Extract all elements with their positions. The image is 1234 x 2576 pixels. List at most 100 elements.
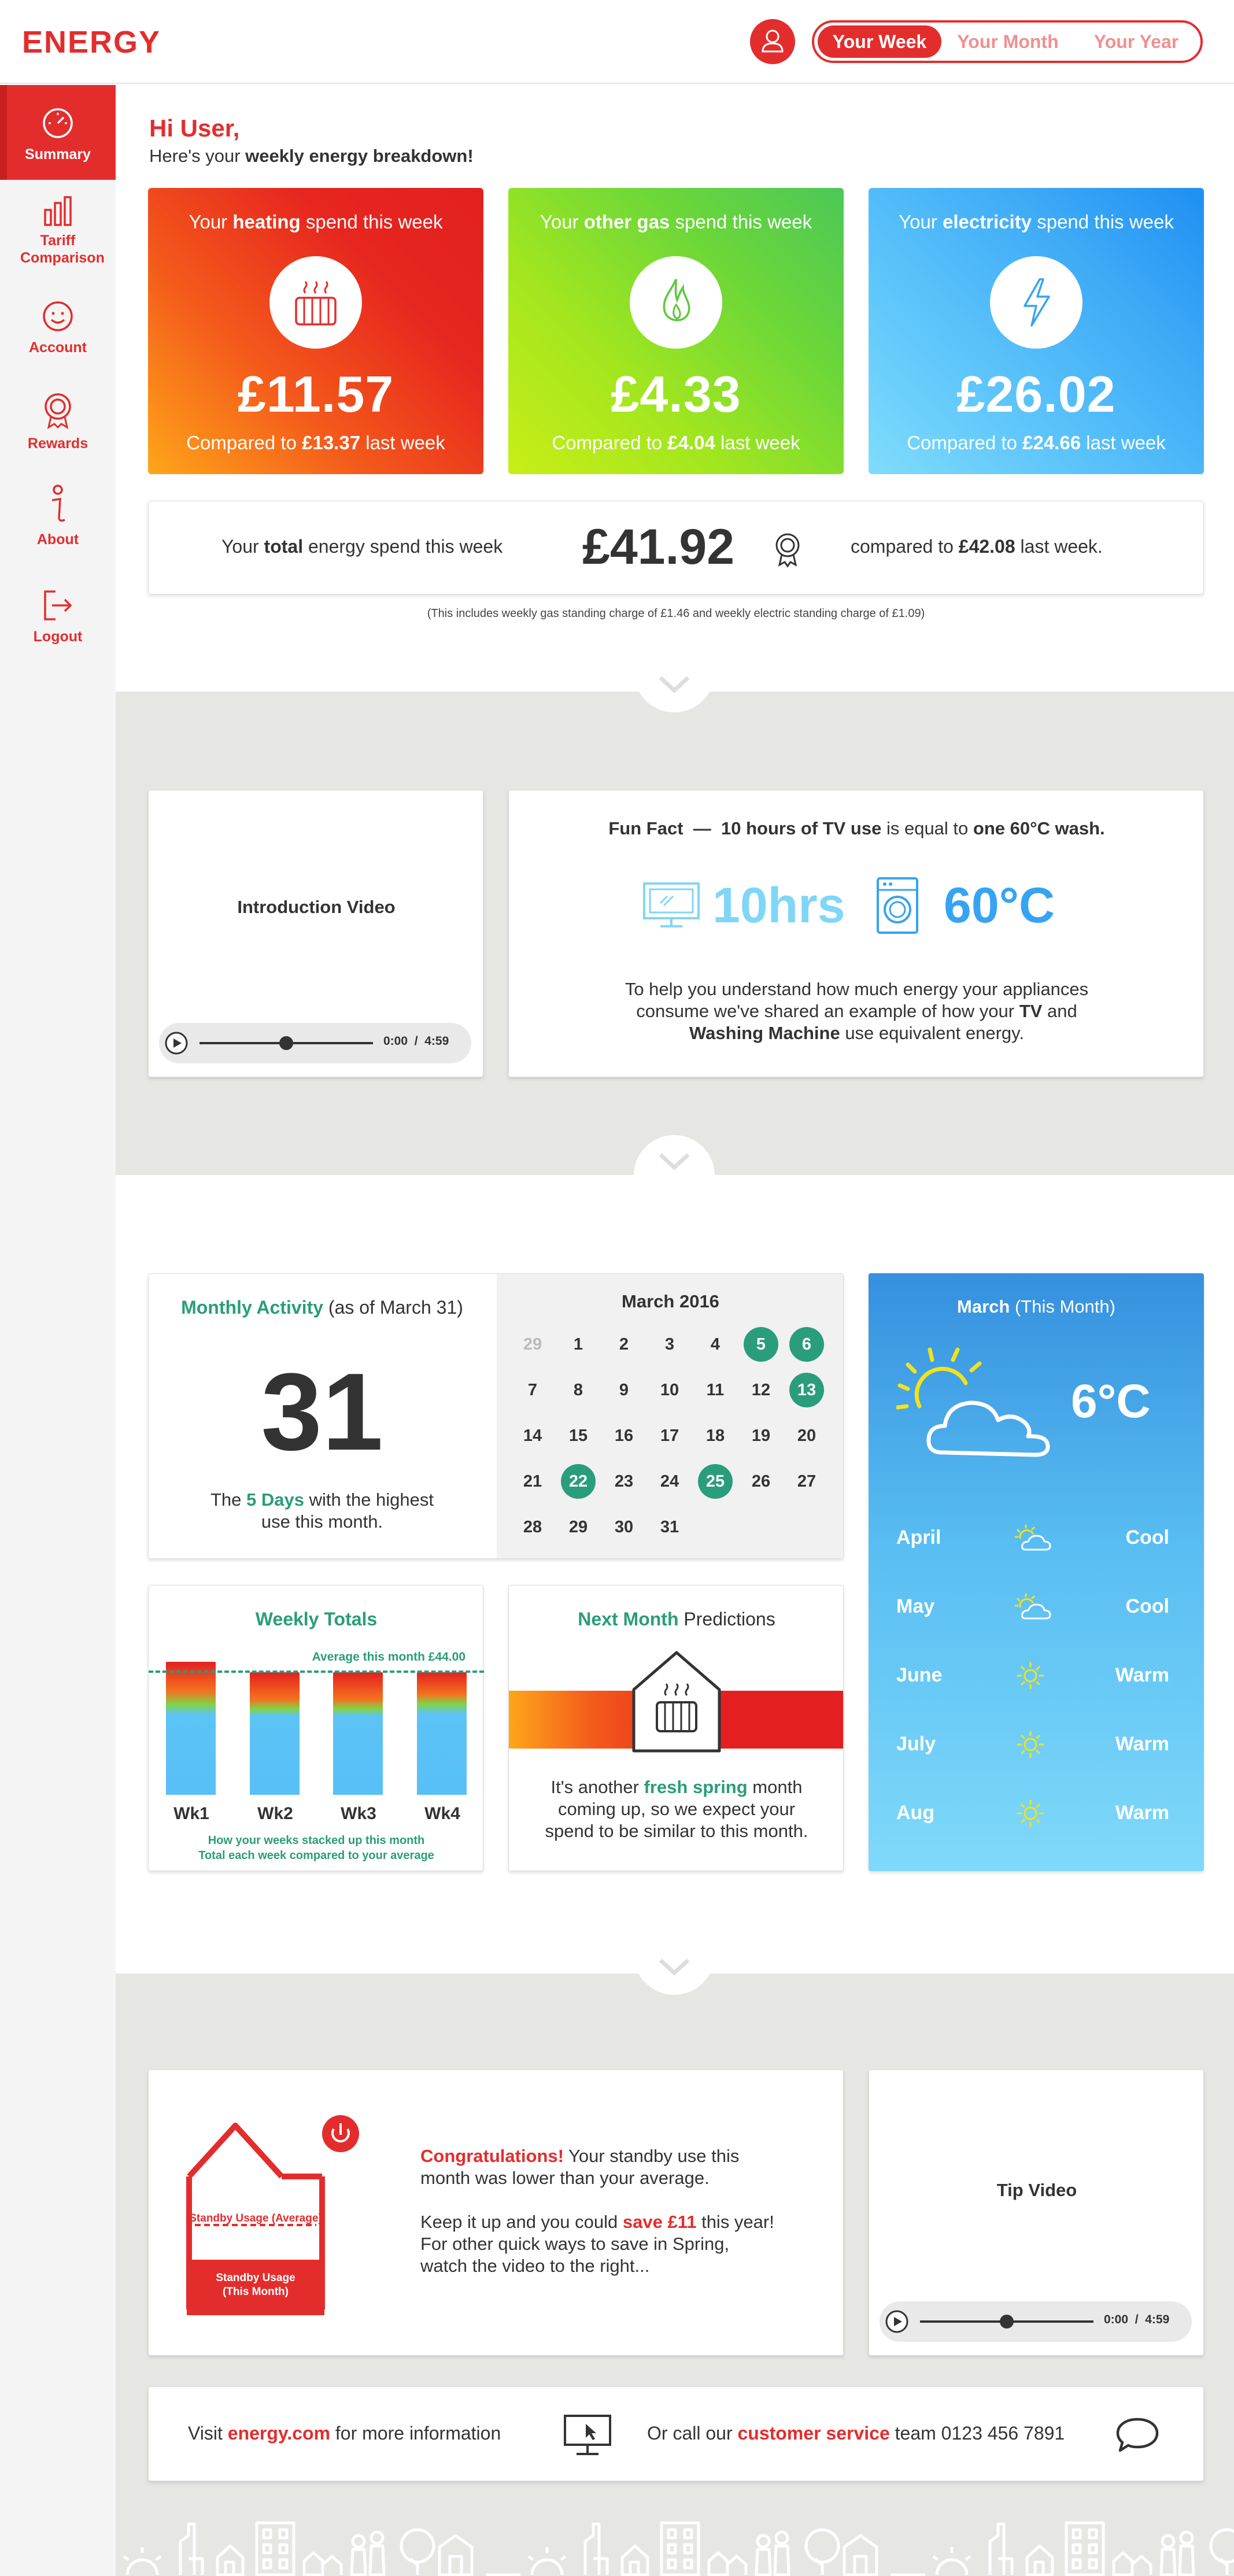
sidebar-item-about[interactable]: About bbox=[0, 484, 116, 548]
sidebar-item-label: About bbox=[36, 531, 79, 548]
time-separator: / bbox=[414, 1034, 418, 1048]
sidebar-item-label: Account bbox=[29, 339, 87, 356]
customer-service-link[interactable]: customer service bbox=[737, 2423, 889, 2444]
weather-temp: 6°C bbox=[1071, 1375, 1151, 1428]
tip-video-player: 0:00 / 4:59 bbox=[880, 2301, 1192, 2342]
chevron-down-icon[interactable] bbox=[634, 1954, 715, 1995]
line3-bold: Washing Machine bbox=[689, 1023, 840, 1043]
forecast-description: Cool bbox=[1125, 1595, 1169, 1617]
heating-spend-card[interactable]: Your heating spend this week £11.57 Comp… bbox=[148, 188, 483, 474]
calendar-day[interactable]: 3 bbox=[652, 1327, 687, 1362]
sidebar-item-tariff-comparison[interactable]: Tariff Comparison bbox=[0, 195, 116, 267]
calendar-day[interactable]: 23 bbox=[607, 1464, 641, 1499]
bar-wk3[interactable] bbox=[333, 1672, 383, 1795]
bar-wk4[interactable] bbox=[417, 1672, 467, 1795]
calendar-day[interactable]: 28 bbox=[515, 1510, 550, 1544]
chevron-down-icon[interactable] bbox=[634, 672, 715, 712]
calendar-day[interactable]: 25 bbox=[698, 1464, 733, 1499]
tab-your-year[interactable]: Your Year bbox=[1074, 25, 1198, 58]
calendar-day[interactable]: 13 bbox=[789, 1373, 824, 1407]
app-logo[interactable]: ENERGY bbox=[22, 24, 161, 60]
line3-bold: save £11 bbox=[622, 2212, 697, 2232]
electricity-spend-card[interactable]: Your electricity spend this week £26.02 … bbox=[869, 188, 1204, 474]
total-pre: Your bbox=[221, 536, 264, 557]
calendar-day[interactable]: 29 bbox=[515, 1327, 550, 1362]
calendar-day[interactable]: 18 bbox=[698, 1418, 733, 1453]
forecast-row: June Warm bbox=[869, 1653, 1204, 1699]
calendar-day[interactable]: 9 bbox=[607, 1373, 641, 1407]
calendar-day[interactable]: 10 bbox=[652, 1373, 687, 1407]
chevron-down-icon[interactable] bbox=[634, 1135, 715, 1176]
cmp-post: last week bbox=[1081, 432, 1166, 453]
video-scrubber[interactable] bbox=[1000, 2315, 1014, 2329]
fun-fact-card: Fun Fact — 10 hours of TV use is equal t… bbox=[508, 790, 1204, 1077]
calendar-day[interactable]: 21 bbox=[515, 1464, 550, 1499]
other-gas-spend-card[interactable]: Your other gas spend this week £4.33 Com… bbox=[508, 188, 844, 474]
calendar-day[interactable]: 11 bbox=[698, 1373, 733, 1407]
line2-text: consume we've shared an example of how y… bbox=[636, 1001, 1019, 1021]
play-icon[interactable] bbox=[885, 2310, 908, 2333]
fun-fact-body-line2: consume we've shared an example of how y… bbox=[509, 1000, 1205, 1022]
calendar-day[interactable]: 14 bbox=[515, 1418, 550, 1453]
tab-your-week[interactable]: Your Week bbox=[818, 25, 941, 58]
calendar-day[interactable]: 24 bbox=[652, 1464, 687, 1499]
calendar-day[interactable]: 12 bbox=[744, 1373, 778, 1407]
desc-post: with the highest bbox=[304, 1490, 434, 1510]
video-scrubber[interactable] bbox=[279, 1036, 293, 1050]
calendar-day[interactable]: 30 bbox=[607, 1510, 641, 1544]
calendar-day[interactable]: 8 bbox=[561, 1373, 596, 1407]
tip-video-card[interactable]: Tip Video 0:00 / 4:59 bbox=[869, 2069, 1204, 2356]
website-link[interactable]: energy.com bbox=[228, 2423, 330, 2444]
current-time: 0:00 bbox=[383, 1034, 408, 1048]
week-label: Wk3 bbox=[341, 1804, 376, 1823]
calendar-day[interactable]: 20 bbox=[789, 1418, 824, 1453]
forecast-row: May Cool bbox=[869, 1584, 1204, 1630]
calendar-day[interactable]: 22 bbox=[561, 1464, 596, 1499]
sidebar-item-summary[interactable]: Summary bbox=[0, 85, 116, 180]
intro-video-card[interactable]: Introduction Video 0:00 / 4:59 bbox=[148, 790, 483, 1077]
calendar-day[interactable]: 6 bbox=[789, 1327, 824, 1362]
calendar-day[interactable]: 15 bbox=[561, 1418, 596, 1453]
desc-pre: The bbox=[210, 1490, 247, 1510]
cmp-bold: £24.66 bbox=[1022, 432, 1081, 453]
computer-icon bbox=[564, 2415, 611, 2455]
greeting-subtitle: Here's your weekly energy breakdown! bbox=[149, 146, 474, 167]
calendar-day[interactable]: 27 bbox=[789, 1464, 824, 1499]
fun-fact-mid: is equal to bbox=[881, 818, 973, 838]
intro-video-player: 0:00 / 4:59 bbox=[159, 1023, 471, 1063]
calendar-day[interactable]: 2 bbox=[607, 1327, 641, 1362]
weekly-totals-title: Weekly Totals bbox=[255, 1609, 378, 1629]
heating-card-title: Your heating spend this week bbox=[148, 211, 483, 233]
calendar-day[interactable]: 26 bbox=[744, 1464, 778, 1499]
standby-line2: month was lower than your average. bbox=[420, 2168, 710, 2188]
play-icon[interactable] bbox=[165, 1032, 188, 1055]
flame-icon bbox=[663, 279, 690, 321]
bar-wk1[interactable] bbox=[166, 1662, 216, 1795]
standby-line4: For other quick ways to save in Spring, bbox=[420, 2234, 730, 2254]
user-profile-button[interactable] bbox=[750, 19, 795, 64]
info-icon bbox=[51, 485, 65, 522]
standby-average-label: Standby Usage (Average) bbox=[189, 2212, 322, 2224]
bar-wk2[interactable] bbox=[250, 1672, 300, 1795]
weather-title: March (This Month) bbox=[869, 1296, 1204, 1317]
caption-line1: How your weeks stacked up this month bbox=[208, 1834, 425, 1847]
calendar-day[interactable]: 31 bbox=[652, 1510, 687, 1544]
calendar-day[interactable]: 17 bbox=[652, 1418, 687, 1453]
tab-your-month[interactable]: Your Month bbox=[946, 25, 1070, 58]
calendar-day[interactable]: 7 bbox=[515, 1373, 550, 1407]
town-skyline-graphic bbox=[123, 2521, 1234, 2576]
calendar-day[interactable]: 29 bbox=[561, 1510, 596, 1544]
predictions-title: Next Month Predictions bbox=[509, 1609, 843, 1630]
calendar-day[interactable]: 1 bbox=[561, 1327, 596, 1362]
sidebar-item-logout[interactable]: Logout bbox=[0, 588, 116, 645]
sidebar-item-label: Logout bbox=[33, 629, 83, 645]
sidebar-item-account[interactable]: Account bbox=[0, 299, 116, 356]
sidebar-item-rewards[interactable]: Rewards bbox=[0, 391, 116, 452]
calendar-day[interactable]: 19 bbox=[744, 1418, 778, 1453]
greeting-subtitle-bold: weekly energy breakdown! bbox=[245, 146, 474, 166]
calendar-day[interactable]: 16 bbox=[607, 1418, 641, 1453]
calendar-day[interactable]: 5 bbox=[744, 1327, 778, 1362]
calendar-day[interactable]: 4 bbox=[698, 1327, 733, 1362]
intro-video-title: Introduction Video bbox=[237, 897, 396, 917]
